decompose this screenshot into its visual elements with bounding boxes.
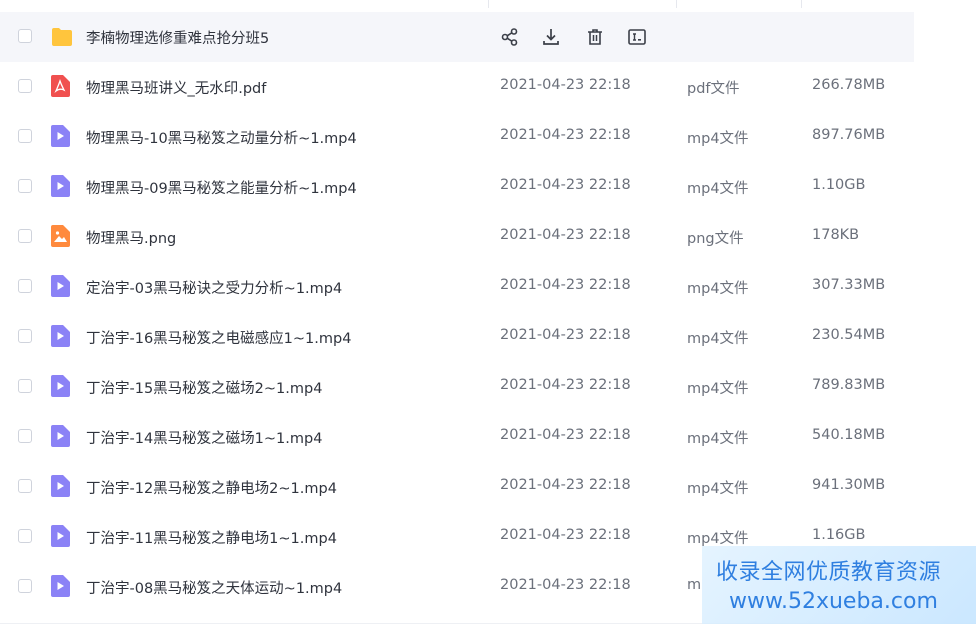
file-size: 1.16GB — [812, 527, 866, 543]
file-type: mp4文件 — [687, 381, 749, 397]
file-row[interactable]: 物理黑马-09黑马秘笈之能量分析~1.mp4 2021-04-23 22:18 … — [0, 162, 914, 212]
row-checkbox[interactable] — [18, 79, 32, 93]
video-icon — [51, 475, 70, 497]
folder-icon — [52, 28, 72, 46]
file-size: 540.18MB — [812, 427, 886, 443]
column-header-edge — [0, 0, 976, 8]
modified-date: 2021-04-23 22:18 — [500, 77, 631, 93]
file-name[interactable]: 丁治宇-15黑马秘笈之磁场2~1.mp4 — [86, 377, 322, 398]
modified-date: 2021-04-23 22:18 — [500, 127, 631, 143]
row-checkbox[interactable] — [18, 529, 32, 543]
file-name[interactable]: 丁治宇-11黑马秘笈之静电场1~1.mp4 — [86, 527, 337, 548]
file-type: mp4文件 — [687, 531, 749, 547]
download-button[interactable] — [539, 25, 563, 49]
image-icon — [51, 225, 70, 247]
watermark-url: www.52xueba.com — [729, 589, 938, 614]
row-checkbox[interactable] — [18, 179, 32, 193]
file-type: mp4文件 — [687, 331, 749, 347]
file-row[interactable]: 物理黑马班讲义_无水印.pdf 2021-04-23 22:18 pdf文件 2… — [0, 62, 914, 112]
video-icon — [51, 575, 70, 597]
video-icon — [51, 525, 70, 547]
file-type: mp4文件 — [687, 481, 749, 497]
column-separator — [488, 0, 489, 8]
video-icon — [51, 175, 70, 197]
file-row-folder[interactable]: 李楠物理选修重难点抢分班5 — [0, 12, 914, 62]
file-name[interactable]: 丁治宇-16黑马秘笈之电磁感应1~1.mp4 — [86, 327, 351, 348]
file-type: mp4文件 — [687, 181, 749, 197]
file-size: 230.54MB — [812, 327, 886, 343]
delete-button[interactable] — [583, 25, 607, 49]
row-checkbox[interactable] — [18, 129, 32, 143]
file-size: 1.10GB — [812, 177, 866, 193]
file-name[interactable]: 物理黑马-09黑马秘笈之能量分析~1.mp4 — [86, 177, 357, 198]
row-checkbox[interactable] — [18, 579, 32, 593]
rename-icon — [628, 29, 646, 45]
video-icon — [51, 125, 70, 147]
share-icon — [501, 28, 518, 46]
file-type: mp4文件 — [687, 281, 749, 297]
file-size: 178KB — [812, 227, 860, 243]
file-size: 789.83MB — [812, 377, 886, 393]
row-checkbox[interactable] — [18, 229, 32, 243]
file-type: pdf文件 — [687, 81, 740, 97]
modified-date: 2021-04-23 22:18 — [500, 477, 631, 493]
file-name[interactable]: 李楠物理选修重难点抢分班5 — [86, 27, 269, 48]
file-row[interactable]: 物理黑马.png 2021-04-23 22:18 png文件 178KB — [0, 212, 914, 262]
row-checkbox[interactable] — [18, 379, 32, 393]
row-checkbox[interactable] — [18, 479, 32, 493]
file-row[interactable]: 丁治宇-15黑马秘笈之磁场2~1.mp4 2021-04-23 22:18 mp… — [0, 362, 914, 412]
file-row[interactable]: 丁治宇-14黑马秘笈之磁场1~1.mp4 2021-04-23 22:18 mp… — [0, 412, 914, 462]
trash-icon — [588, 29, 602, 45]
file-type: mp4文件 — [687, 431, 749, 447]
modified-date: 2021-04-23 22:18 — [500, 277, 631, 293]
video-icon — [51, 375, 70, 397]
file-size: 897.76MB — [812, 127, 886, 143]
file-name[interactable]: 物理黑马班讲义_无水印.pdf — [86, 77, 266, 98]
video-icon — [51, 275, 70, 297]
video-icon — [51, 325, 70, 347]
file-size: 266.78MB — [812, 77, 886, 93]
file-name[interactable]: 物理黑马-10黑马秘笈之动量分析~1.mp4 — [86, 127, 357, 148]
modified-date: 2021-04-23 22:18 — [500, 377, 631, 393]
modified-date: 2021-04-23 22:18 — [500, 577, 631, 593]
column-separator — [801, 0, 802, 8]
row-checkbox[interactable] — [18, 429, 32, 443]
file-row[interactable]: 物理黑马-10黑马秘笈之动量分析~1.mp4 2021-04-23 22:18 … — [0, 112, 914, 162]
file-name[interactable]: 物理黑马.png — [86, 227, 176, 248]
modified-date: 2021-04-23 22:18 — [500, 227, 631, 243]
file-row[interactable]: 定治宇-03黑马秘诀之受力分析~1.mp4 2021-04-23 22:18 m… — [0, 262, 914, 312]
modified-date: 2021-04-23 22:18 — [500, 327, 631, 343]
file-type: m — [687, 577, 702, 593]
rename-button[interactable] — [625, 25, 649, 49]
file-name[interactable]: 丁治宇-14黑马秘笈之磁场1~1.mp4 — [86, 427, 322, 448]
file-size: 307.33MB — [812, 277, 886, 293]
file-name[interactable]: 丁治宇-12黑马秘笈之静电场2~1.mp4 — [86, 477, 337, 498]
pdf-icon — [51, 75, 70, 97]
share-button[interactable] — [498, 25, 522, 49]
file-name[interactable]: 丁治宇-08黑马秘笈之天体运动~1.mp4 — [86, 577, 342, 598]
column-separator — [676, 0, 677, 8]
file-row[interactable]: 丁治宇-16黑马秘笈之电磁感应1~1.mp4 2021-04-23 22:18 … — [0, 312, 914, 362]
download-icon — [543, 29, 559, 45]
file-list: 李楠物理选修重难点抢分班5 物理黑马班讲义_无水印.pdf 2021-04-23… — [0, 12, 914, 612]
watermark-slogan: 收录全网优质教育资源 — [716, 560, 942, 585]
modified-date: 2021-04-23 22:18 — [500, 427, 631, 443]
file-row[interactable]: 丁治宇-12黑马秘笈之静电场2~1.mp4 2021-04-23 22:18 m… — [0, 462, 914, 512]
file-size: 941.30MB — [812, 477, 886, 493]
file-type: mp4文件 — [687, 131, 749, 147]
file-name[interactable]: 定治宇-03黑马秘诀之受力分析~1.mp4 — [86, 277, 342, 298]
modified-date: 2021-04-23 22:18 — [500, 527, 631, 543]
row-checkbox[interactable] — [18, 29, 32, 43]
video-icon — [51, 425, 70, 447]
file-type: png文件 — [687, 231, 744, 247]
modified-date: 2021-04-23 22:18 — [500, 177, 631, 193]
row-checkbox[interactable] — [18, 279, 32, 293]
row-checkbox[interactable] — [18, 329, 32, 343]
